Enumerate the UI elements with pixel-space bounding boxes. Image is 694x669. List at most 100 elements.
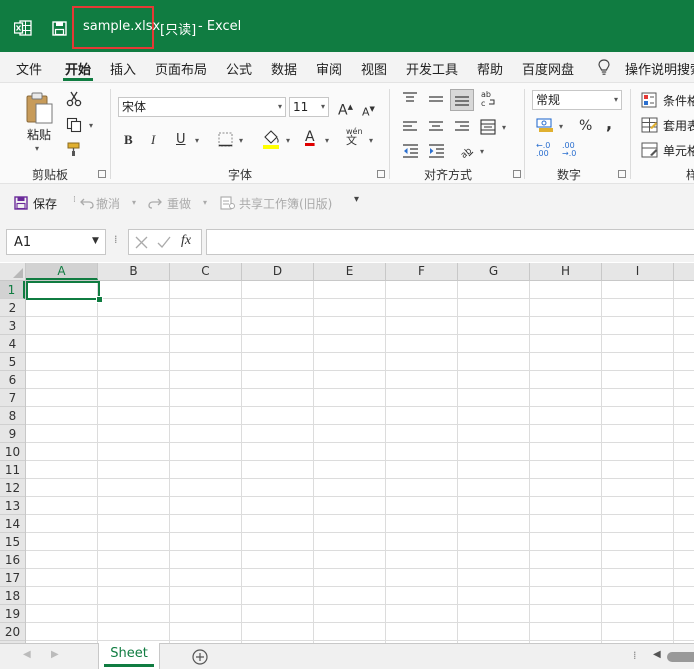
align-top-icon[interactable] — [402, 91, 418, 105]
column-header[interactable]: C — [170, 263, 242, 280]
row-header[interactable]: 5 — [0, 353, 25, 371]
tab-home[interactable]: 开始 — [65, 59, 91, 78]
clipboard-launcher-icon[interactable] — [98, 170, 106, 178]
decrease-font-size-icon[interactable]: A▼ — [362, 101, 375, 121]
bold-icon[interactable]: B — [124, 132, 133, 148]
enter-icon[interactable] — [157, 236, 171, 249]
copy-icon[interactable] — [66, 117, 82, 133]
increase-font-size-icon[interactable]: A▲ — [338, 99, 353, 119]
row-header[interactable]: 15 — [0, 533, 25, 551]
tab-developer[interactable]: 开发工具 — [406, 59, 458, 78]
fill-color-chevron-down-icon[interactable]: ▾ — [286, 136, 290, 145]
fill-handle[interactable] — [96, 296, 103, 303]
tab-formulas[interactable]: 公式 — [226, 59, 252, 78]
qat-undo-label[interactable]: 撤消 — [96, 195, 120, 212]
cell-styles-icon[interactable] — [641, 142, 659, 158]
column-header[interactable]: I — [602, 263, 674, 280]
row-header[interactable]: 7 — [0, 389, 25, 407]
qat-save-icon[interactable] — [14, 196, 28, 210]
phonetic-chevron-down-icon[interactable]: ▾ — [369, 136, 373, 145]
italic-icon[interactable]: I — [151, 132, 155, 148]
alignment-launcher-icon[interactable] — [513, 170, 521, 178]
row-header[interactable]: 1 — [0, 281, 25, 299]
number-launcher-icon[interactable] — [618, 170, 626, 178]
tell-me-search[interactable]: 操作说明搜索 — [625, 59, 694, 78]
row-header[interactable]: 4 — [0, 335, 25, 353]
row-header[interactable]: 16 — [0, 551, 25, 569]
column-header[interactable]: G — [458, 263, 530, 280]
column-header[interactable]: H — [530, 263, 602, 280]
tab-baidu-netdisk[interactable]: 百度网盘 — [522, 59, 574, 78]
tab-split-grip-icon[interactable]: ⁞ — [633, 649, 637, 662]
font-color-chevron-down-icon[interactable]: ▾ — [325, 136, 329, 145]
number-format-select[interactable]: 常规 ▾ — [532, 90, 622, 110]
font-launcher-icon[interactable] — [377, 170, 385, 178]
phonetic-guide-icon[interactable]: wén 文 — [346, 127, 363, 146]
tab-insert[interactable]: 插入 — [110, 59, 136, 78]
tab-view[interactable]: 视图 — [361, 59, 387, 78]
tab-help[interactable]: 帮助 — [477, 59, 503, 78]
scroll-left-icon[interactable]: ◀ — [653, 649, 661, 660]
cell-styles-label[interactable]: 单元格 — [663, 142, 694, 159]
align-middle-icon[interactable] — [428, 93, 444, 107]
horizontal-scrollbar-thumb[interactable] — [667, 652, 694, 662]
cancel-icon[interactable] — [135, 236, 148, 249]
font-size-select[interactable]: 11 ▾ — [289, 97, 329, 117]
comma-style-icon[interactable]: , — [606, 116, 612, 132]
insert-function-icon[interactable]: fx — [181, 233, 191, 249]
font-name-select[interactable]: 宋体 ▾ — [118, 97, 286, 117]
qat-save-label[interactable]: 保存 — [33, 195, 57, 212]
column-header[interactable]: D — [242, 263, 314, 280]
underline-icon[interactable]: U — [176, 132, 186, 148]
row-header[interactable]: 6 — [0, 371, 25, 389]
merge-center-icon[interactable] — [480, 119, 496, 135]
add-sheet-icon[interactable] — [192, 649, 208, 665]
formula-input[interactable] — [206, 229, 694, 255]
name-box[interactable]: A1 ▼ — [6, 229, 106, 255]
borders-icon[interactable] — [218, 132, 233, 147]
fill-color-icon[interactable] — [262, 128, 280, 150]
row-header[interactable]: 2 — [0, 299, 25, 317]
redo-chevron-down-icon[interactable]: ▾ — [203, 198, 207, 207]
align-right-icon[interactable] — [454, 120, 470, 134]
merge-chevron-down-icon[interactable]: ▾ — [502, 123, 506, 132]
row-header[interactable]: 8 — [0, 407, 25, 425]
copy-chevron-down-icon[interactable]: ▾ — [89, 121, 93, 130]
accounting-format-icon[interactable] — [536, 117, 554, 133]
cut-icon[interactable] — [66, 91, 82, 107]
orientation-icon[interactable]: ab — [458, 142, 475, 158]
format-as-table-icon[interactable] — [641, 117, 659, 133]
align-left-icon[interactable] — [402, 120, 418, 134]
column-header[interactable]: B — [98, 263, 170, 280]
undo-chevron-down-icon[interactable]: ▾ — [132, 198, 136, 207]
previous-sheet-icon[interactable]: ◀ — [23, 649, 31, 660]
save-icon[interactable] — [52, 21, 67, 36]
undo-icon[interactable] — [80, 197, 94, 209]
redo-icon[interactable] — [148, 197, 162, 209]
align-center-icon[interactable] — [428, 120, 444, 134]
select-all-corner[interactable] — [0, 263, 26, 281]
conditional-formatting-icon[interactable] — [641, 92, 659, 108]
format-as-table-label[interactable]: 套用表 — [663, 117, 694, 134]
qat-redo-label[interactable]: 重做 — [167, 195, 191, 212]
qat-share-label[interactable]: 共享工作簿(旧版) — [239, 195, 332, 212]
row-header[interactable]: 12 — [0, 479, 25, 497]
next-sheet-icon[interactable]: ▶ — [51, 649, 59, 660]
align-bottom-button[interactable] — [450, 89, 474, 111]
row-header[interactable]: 9 — [0, 425, 25, 443]
formula-bar-grip-icon[interactable]: ⁞ — [114, 233, 118, 246]
paste-icon[interactable] — [24, 91, 54, 125]
row-header[interactable]: 19 — [0, 605, 25, 623]
conditional-formatting-label[interactable]: 条件格 — [663, 92, 694, 109]
row-header[interactable]: 13 — [0, 497, 25, 515]
tab-review[interactable]: 审阅 — [316, 59, 342, 78]
name-box-chevron-down-icon[interactable]: ▼ — [92, 236, 99, 246]
row-header[interactable]: 10 — [0, 443, 25, 461]
tab-file[interactable]: 文件 — [16, 59, 42, 78]
cell-grid[interactable] — [26, 281, 694, 643]
paste-chevron-down-icon[interactable]: ▾ — [35, 144, 39, 153]
tab-page-layout[interactable]: 页面布局 — [155, 59, 207, 78]
underline-chevron-down-icon[interactable]: ▾ — [195, 136, 199, 145]
decrease-indent-icon[interactable] — [402, 143, 419, 158]
decrease-decimal-icon[interactable]: .00 →.0 — [562, 142, 576, 158]
